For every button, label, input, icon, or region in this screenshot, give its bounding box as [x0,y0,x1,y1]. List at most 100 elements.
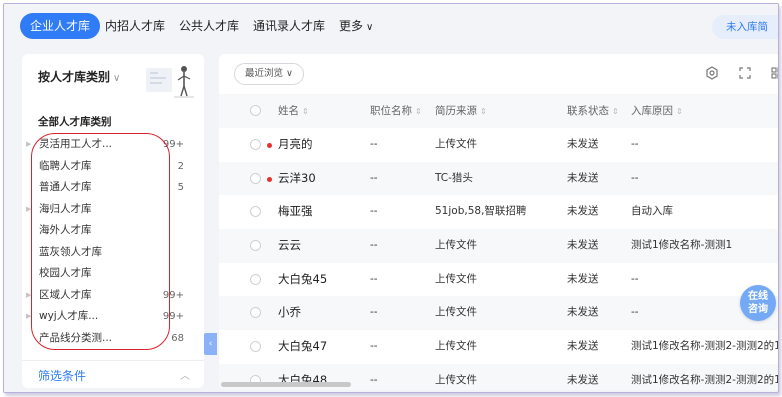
tab-internal-pool[interactable]: 内招人才库 [105,13,165,39]
chevron-down-icon: ∨ [366,22,374,33]
sort-icon[interactable]: ⇕ [480,107,487,116]
sort-icon[interactable]: ⇕ [302,107,309,116]
candidate-name[interactable]: 小乔 [278,296,301,330]
row-checkbox[interactable] [250,139,261,150]
tab-contacts-pool[interactable]: 通讯录人才库 [253,13,325,39]
talent-pool-tabs: 企业人才库 内招人才库 公共人才库 通讯录人才库 更多 ∨ 未入库简 [4,4,778,48]
column-header-name[interactable]: 姓名 ⇕ [278,94,309,128]
candidate-name[interactable]: 梅亚强 [278,195,313,229]
position-cell: -- [370,205,378,218]
candidate-name[interactable]: 云云 [278,229,301,263]
horizontal-scrollbar[interactable] [221,382,351,387]
column-header-source[interactable]: 简历来源 ⇕ [435,94,487,128]
category-label: 校园人才库 [39,267,92,279]
status-cell: 未发送 [567,306,599,319]
column-header-reason[interactable]: 入库原因 ⇕ [631,94,683,128]
column-header-status[interactable]: 联系状态 ⇕ [567,94,619,128]
source-cell: 上传文件 [435,340,477,353]
tab-enterprise-pool[interactable]: 企业人才库 [20,13,101,39]
source-cell: 上传文件 [435,239,477,252]
tab-public-pool[interactable]: 公共人才库 [179,13,239,39]
category-item[interactable]: 产品线分类测... 68 [22,328,204,350]
expand-arrow-icon[interactable]: ▶ [26,134,31,156]
category-selector[interactable]: 按人才库类别 ∨ [38,68,120,85]
sort-icon[interactable]: ⇕ [676,107,683,116]
select-all-checkbox[interactable] [250,105,261,116]
grid-view-icon[interactable] [769,65,779,81]
reason-cell: -- [631,306,639,319]
position-cell: -- [370,171,378,184]
row-checkbox[interactable] [250,172,261,184]
expand-arrow-icon[interactable]: ▶ [26,285,31,307]
candidate-name[interactable]: 大白兔47 [278,330,327,364]
status-cell: 未发送 [567,171,599,184]
category-title: 按人才库类别 [38,70,111,84]
category-item[interactable]: ▶ 区域人才库 99+ [22,285,204,307]
category-count: 5 [177,182,184,193]
all-categories-heading[interactable]: 全部人才库类别 [38,114,112,129]
table-row[interactable]: 云云 -- 上传文件 未发送 测试1修改名称-测测1 [219,229,778,263]
row-checkbox[interactable] [250,206,261,218]
column-label: 职位名称 [370,105,412,117]
position-cell: -- [370,239,378,252]
candidate-name[interactable]: 月亮的 [278,128,313,162]
table-row[interactable]: 小乔 -- 上传文件 未发送 -- [219,296,778,331]
category-list: ▶ 灵活用工人才... 99+ 临聘人才库 2 普通人才库 5 ▶ 海归人才库 海外人才库… [22,134,204,349]
table-row[interactable]: 大白兔47 -- 上传文件 未发送 测试1修改名称-测测2-测测2的1-4 [219,330,779,364]
category-label: 区域人才库 [39,288,92,301]
table-row[interactable]: 月亮的 -- 上传文件 未发送 -- [219,128,778,162]
source-cell: TC-猎头 [435,171,473,184]
category-item[interactable]: 临聘人才库 2 [22,156,204,178]
recent-browse-dropdown[interactable]: 最近浏览 ∨ [234,63,304,85]
category-item[interactable]: 校园人才库 [22,263,204,285]
row-checkbox[interactable] [250,240,261,252]
table-row[interactable]: 大白兔45 -- 上传文件 未发送 -- [219,263,778,297]
row-checkbox[interactable] [250,341,261,353]
unstored-resumes-button[interactable]: 未入库简 [712,15,778,39]
category-item[interactable]: 普通人才库 5 [22,177,204,199]
category-label: 海归人才库 [39,202,92,215]
online-consult-button[interactable]: 在线 咨询 [740,285,776,321]
status-cell: 未发送 [567,340,599,353]
row-checkbox[interactable] [250,307,261,319]
category-item[interactable]: 蓝灰领人才库 [22,242,204,264]
candidate-name[interactable]: 大白兔45 [278,263,327,297]
reason-cell: 测试1修改名称-测测2-测测2的1 [631,373,779,386]
table-row[interactable]: 梅亚强 -- 51job,58,智联招聘 未发送 自动入库 [219,195,778,229]
reason-cell: -- [631,171,639,184]
source-cell: 51job,58,智联招聘 [435,205,527,218]
chat-line-1: 在线 [748,291,768,302]
category-item[interactable]: ▶ 海归人才库 [22,199,204,221]
settings-icon[interactable] [704,65,720,81]
reason-cell: 测试1修改名称-测测1 [631,239,733,252]
status-cell: 未发送 [567,373,599,386]
collapse-sidebar-button[interactable]: ‹ [204,333,217,355]
reason-cell: 测试1修改名称-测测2-测测2的1-4 [631,340,779,353]
sort-icon[interactable]: ⇕ [415,107,422,116]
category-label: 灵活用工人才... [39,138,113,150]
position-cell: -- [370,306,378,319]
filter-conditions-bar[interactable]: 筛选条件 ︿ [22,360,204,388]
expand-arrow-icon[interactable]: ▶ [26,199,31,221]
category-item[interactable]: ▶ wyj人才库... 99+ [22,306,204,328]
reason-cell: 自动入库 [631,205,673,218]
fullscreen-icon[interactable] [737,65,753,81]
tab-more[interactable]: 更多 ∨ [339,13,373,39]
category-label: wyj人才库... [39,310,99,322]
table-header: 姓名 ⇕ 职位名称 ⇕ 简历来源 ⇕ 联系状态 ⇕ 入库原因 ⇕ [219,94,778,128]
table-body: 月亮的 -- 上传文件 未发送 -- 云洋30 -- TC-猎头 未发送 -- … [219,128,779,390]
sort-icon[interactable]: ⇕ [612,107,619,116]
table-row[interactable]: 云洋30 -- TC-猎头 未发送 -- [219,161,778,196]
chevron-up-icon[interactable]: ︿ [180,367,190,382]
position-cell: -- [370,373,378,386]
category-item[interactable]: ▶ 灵活用工人才... 99+ [22,134,204,156]
column-header-position[interactable]: 职位名称 ⇕ [370,94,422,128]
category-item[interactable]: 海外人才库 [22,220,204,242]
expand-arrow-icon[interactable]: ▶ [26,306,31,328]
sidebar-illustration [146,66,194,98]
row-checkbox[interactable] [250,273,261,285]
category-count: 99+ [162,289,184,301]
status-cell: 未发送 [567,138,599,150]
status-cell: 未发送 [567,239,599,252]
candidate-name[interactable]: 云洋30 [278,162,316,196]
